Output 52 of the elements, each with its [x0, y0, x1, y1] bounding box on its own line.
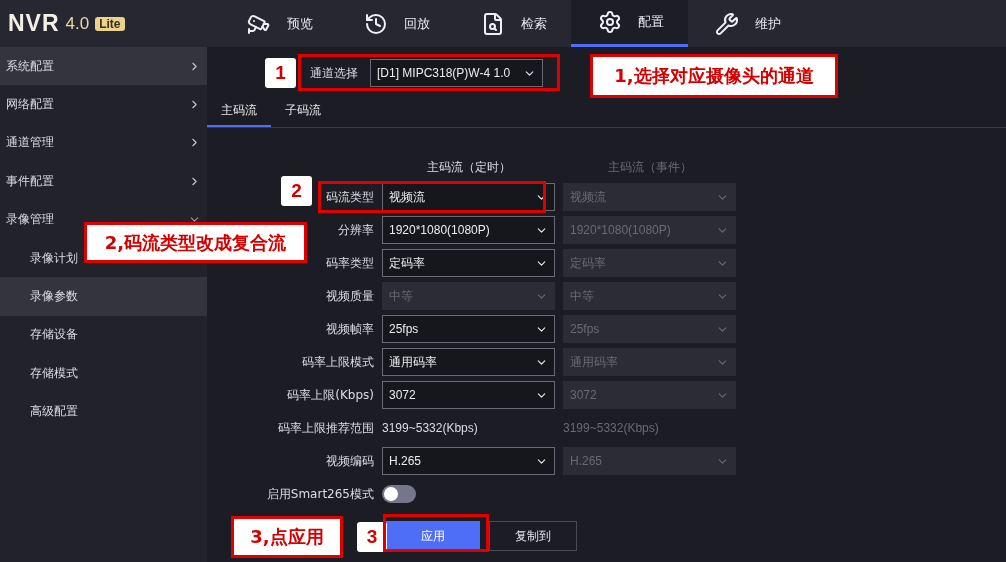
- sidebar-item[interactable]: 网络配置: [0, 85, 207, 124]
- apply-button[interactable]: 应用: [386, 521, 480, 551]
- field-label: 视频编码: [326, 452, 374, 470]
- field-label: 码率上限模式: [302, 353, 374, 371]
- nav-tab[interactable]: 配置: [571, 0, 688, 47]
- settings-icon: [597, 10, 622, 34]
- toggle-switch[interactable]: [382, 485, 416, 503]
- field-label: 码率上限(Kbps): [287, 386, 374, 404]
- channel-label: 通道选择: [310, 64, 358, 82]
- field-label: 码流类型: [326, 188, 374, 206]
- dropdown-field[interactable]: 定码率: [382, 249, 555, 277]
- channel-select[interactable]: [D1] MIPC318(P)W-4 1.0: [370, 59, 543, 87]
- sidebar-subitem[interactable]: 录像参数: [0, 277, 207, 316]
- field-label: 分辨率: [338, 221, 374, 239]
- instruction-tooltip: 3,点应用: [231, 516, 343, 558]
- nav-tab[interactable]: 检索: [454, 0, 571, 47]
- column-heading: 主码流（定时）: [425, 159, 512, 175]
- stream-tab[interactable]: 子码流: [271, 102, 335, 127]
- field-label: 码率上限推荐范围: [278, 419, 374, 437]
- playback-icon: [363, 11, 388, 36]
- nav-tab[interactable]: 维护: [688, 0, 805, 47]
- sidebar-subitem[interactable]: 高级配置: [0, 392, 207, 431]
- dropdown-field[interactable]: H.265: [382, 447, 555, 475]
- step-number: 2: [281, 176, 312, 206]
- copy-button[interactable]: 复制到: [489, 521, 577, 551]
- dropdown-field[interactable]: 3072: [382, 381, 555, 409]
- field-label: 启用Smart265模式: [266, 485, 374, 503]
- sidebar-item[interactable]: 系统配置: [0, 47, 207, 86]
- nav-tab[interactable]: 预览: [220, 0, 337, 47]
- wrench-icon: [714, 11, 739, 36]
- dropdown-field[interactable]: 1920*1080(1080P): [382, 216, 555, 244]
- step-number: 1: [265, 58, 296, 88]
- range-value: 3199~5332(Kbps): [382, 421, 479, 435]
- logo-version: 4.0: [65, 13, 90, 34]
- sidebar-subitem[interactable]: 存储模式: [0, 354, 207, 393]
- range-value: 3199~5332(Kbps): [563, 421, 660, 435]
- sidebar-item[interactable]: 事件配置: [0, 162, 207, 201]
- field-label: 视频帧率: [326, 320, 374, 338]
- sidebar-item[interactable]: 通道管理: [0, 123, 207, 163]
- nav-tab[interactable]: 回放: [337, 0, 454, 47]
- edition-badge: Lite: [95, 16, 125, 31]
- logo-text: NVR: [8, 10, 60, 37]
- dropdown-field[interactable]: 通用码率: [382, 348, 555, 376]
- dropdown-field[interactable]: 视频流: [382, 183, 555, 211]
- field-label: 码率类型: [326, 254, 374, 272]
- sidebar-subitem[interactable]: 存储设备: [0, 315, 207, 355]
- instruction-tooltip: 1,选择对应摄像头的通道: [590, 54, 838, 98]
- dropdown-field[interactable]: 25fps: [382, 315, 555, 343]
- instruction-tooltip: 2,码流类型改成复合流: [84, 222, 307, 263]
- column-heading: 主码流（事件）: [606, 159, 693, 175]
- field-label: 视频质量: [326, 287, 374, 305]
- stream-tab[interactable]: 主码流: [207, 102, 271, 127]
